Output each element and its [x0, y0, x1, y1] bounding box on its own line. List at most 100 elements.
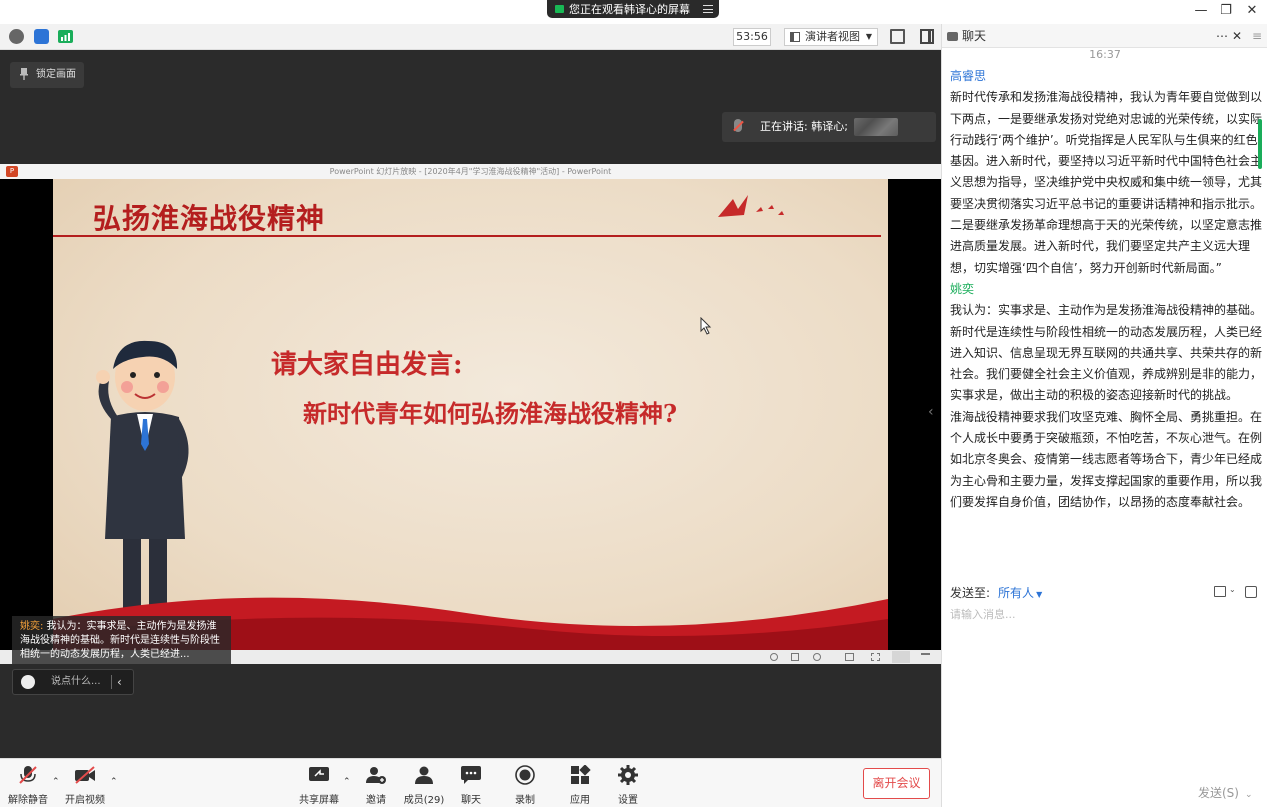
shield-icon[interactable] — [34, 29, 49, 44]
info-icon[interactable] — [9, 29, 24, 44]
slide-title: 弘扬淮海战役精神 — [93, 202, 326, 235]
ppt-window-title: PowerPoint 幻灯片放映 - [2020年4月"学习淮海战役精神"活动]… — [0, 164, 941, 179]
slide-menu-icon[interactable] — [791, 653, 799, 661]
message-sender: 姚奕 — [950, 281, 975, 296]
sorter-view-icon[interactable] — [871, 653, 880, 661]
list-icon[interactable]: ≡ — [1252, 24, 1262, 48]
restore-icon[interactable]: ❐ — [1218, 3, 1234, 19]
members-icon — [415, 766, 433, 784]
mic-muted-icon — [19, 766, 37, 784]
banner-text: 您正在观看韩译心的屏幕 — [569, 3, 690, 16]
close-icon[interactable]: ✕ — [1244, 3, 1260, 19]
record-label: 录制 — [515, 795, 535, 806]
separator — [111, 675, 112, 689]
screenshot-icon[interactable] — [1245, 586, 1257, 598]
chat-tools: ⌄ — [1212, 585, 1262, 599]
settings-label: 设置 — [618, 795, 638, 806]
slide: 弘扬淮海战役精神 请大家自由发言: 新时代青年如何弘扬淮海战役精神? — [53, 179, 888, 650]
record-icon — [515, 765, 535, 785]
prev-slide-icon[interactable] — [770, 653, 778, 661]
chevron-down-icon[interactable]: ⌄ — [1229, 585, 1236, 594]
signal-icon[interactable] — [58, 30, 73, 43]
sidebar-toggle-icon[interactable] — [920, 29, 934, 44]
chat-input[interactable]: 请输入消息... — [950, 606, 1016, 622]
members-button[interactable]: 成员(29) — [400, 765, 448, 806]
members-label: 成员(29) — [403, 795, 445, 806]
caption-text: 我认为：实事求是、主动作为是发扬淮海战役精神的基础。新时代是连续性与阶段性相统一… — [20, 621, 220, 660]
next-slide-icon[interactable] — [813, 653, 821, 661]
chat-bubble-overlay: 姚奕: 我认为：实事求是、主动作为是发扬淮海战役精神的基础。新时代是连续性与阶段… — [12, 616, 231, 664]
screen-share-banner[interactable]: 您正在观看韩译心的屏幕 — [547, 0, 719, 18]
send-label: 发送(S) — [1198, 786, 1239, 800]
invite-button[interactable]: 邀请 — [352, 765, 400, 806]
apps-button[interactable]: 应用 — [556, 764, 604, 806]
caption-sender: 姚奕: — [20, 621, 44, 632]
chat-title: 聊天 — [962, 29, 987, 43]
mouse-cursor-icon — [700, 317, 712, 335]
chevron-down-icon: ▼ — [865, 32, 872, 41]
chat-header: 聊天 ⋯ ✕ ≡ — [942, 24, 1267, 48]
chevron-down-icon: ⌄ — [1244, 790, 1253, 800]
meeting-toolbar: 53:56 演讲者视图 ▼ — [0, 24, 941, 50]
unmute-label: 解除静音 — [8, 795, 48, 806]
message-list: 高睿思 新时代传承和发扬淮海战役精神，我认为青年要自觉做到以下两点，一是要继承发… — [950, 66, 1262, 513]
message-text: 我认为：实事求是、主动作为是发扬淮海战役精神的基础。新时代是连续性与阶段性相统一… — [950, 303, 1263, 403]
view-mode-dropdown[interactable]: 演讲者视图 ▼ — [784, 28, 878, 46]
unmute-button[interactable]: 解除静音 — [4, 765, 52, 806]
settings-button[interactable]: 设置 — [604, 765, 652, 806]
control-bar: 解除静音 ⌃ 开启视频 ⌃ 共享屏幕 ⌃ 邀请 成员(29) 聊天 录制 应用 … — [0, 758, 941, 807]
scrollbar[interactable] — [1258, 119, 1262, 169]
pin-icon — [20, 68, 28, 80]
message-text: 淮海战役精神要求我们攻坚克难、胸怀全局、勇挑重担。在个人成长中要勇于突破瓶颈，不… — [950, 409, 1263, 509]
share-screen-button[interactable]: 共享屏幕 — [295, 765, 343, 806]
start-video-button[interactable]: 开启视频 — [61, 765, 109, 806]
share-screen-icon — [309, 767, 329, 781]
birds-decoration — [718, 195, 784, 217]
shared-screen: PowerPoint 幻灯片放映 - [2020年4月"学习淮海战役精神"活动]… — [0, 164, 941, 664]
collapse-arrow-icon[interactable]: ‹ — [928, 404, 934, 420]
camera-icon — [555, 5, 564, 13]
send-to-value[interactable]: 所有人 — [998, 586, 1034, 600]
send-to-selector[interactable]: 发送至: 所有人 ▼ — [950, 584, 1042, 601]
message-timestamp: 16:37 — [1089, 48, 1121, 61]
slide-question-1: 请大家自由发言: — [271, 350, 463, 380]
speaking-indicator: 正在讲话: 韩译心; — [722, 112, 936, 142]
normal-view-icon[interactable] — [845, 653, 854, 661]
share-screen-label: 共享屏幕 — [299, 795, 339, 806]
fullscreen-icon[interactable] — [890, 29, 905, 44]
share-options-caret[interactable]: ⌃ — [343, 777, 351, 787]
chat-icon — [461, 766, 481, 784]
view-mode-label: 演讲者视图 — [805, 30, 860, 43]
message-text: 新时代传承和发扬淮海战役精神，我认为青年要自觉做到以下两点，一是要继承发扬对党绝… — [950, 90, 1263, 275]
lock-view-button[interactable]: 锁定画面 — [10, 62, 84, 88]
speaker-avatar — [854, 118, 898, 136]
chevron-left-icon[interactable]: ‹ — [117, 670, 122, 694]
folder-icon[interactable] — [1214, 586, 1226, 597]
powerpoint-icon: P — [6, 166, 18, 177]
record-button[interactable]: 录制 — [501, 765, 549, 806]
more-icon[interactable]: ⋯ — [1216, 24, 1228, 48]
chat-button[interactable]: 聊天 — [447, 765, 495, 806]
invite-label: 邀请 — [366, 795, 386, 806]
chat-label: 聊天 — [461, 795, 481, 806]
leave-meeting-button[interactable]: 离开会议 — [863, 768, 930, 799]
close-chat-icon[interactable]: ✕ — [1232, 24, 1242, 48]
apps-label: 应用 — [570, 795, 590, 806]
audio-options-caret[interactable]: ⌃ — [52, 777, 60, 787]
quick-chat-input[interactable]: 说点什么... ‹ — [12, 669, 134, 695]
slide-question-2: 新时代青年如何弘扬淮海战役精神? — [303, 399, 678, 428]
send-button[interactable]: 发送(S) ⌄ — [1198, 784, 1253, 801]
slideshow-view-icon[interactable] — [921, 653, 930, 661]
lock-view-label: 锁定画面 — [36, 69, 76, 80]
reading-view-icon[interactable] — [892, 651, 910, 663]
layout-icon — [790, 32, 800, 42]
chat-icon — [947, 32, 958, 41]
video-options-caret[interactable]: ⌃ — [110, 777, 118, 787]
camera-off-icon — [75, 766, 95, 784]
menu-icon[interactable] — [703, 5, 713, 13]
minimize-icon[interactable]: — — [1193, 3, 1209, 19]
emoji-icon[interactable] — [21, 675, 35, 689]
quick-chat-placeholder: 说点什么... — [51, 676, 101, 687]
mic-muted-icon — [734, 119, 742, 132]
chevron-down-icon: ▼ — [1036, 590, 1043, 599]
